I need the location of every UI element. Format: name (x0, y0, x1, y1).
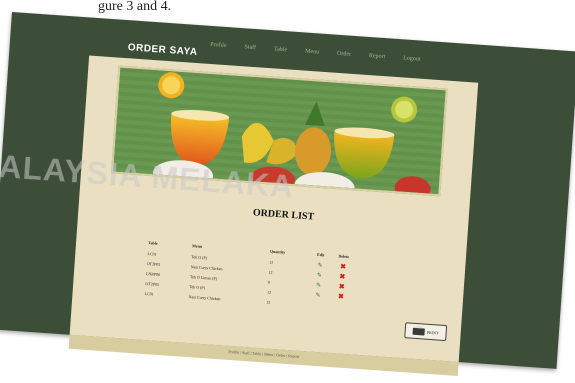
cell-quantity: 12 (266, 288, 272, 295)
printer-icon (412, 327, 426, 336)
edit-pencil-icon[interactable]: ✎ (309, 261, 331, 270)
cell-table: OT2P02 (146, 260, 161, 267)
nav-profile[interactable]: Profile (210, 42, 227, 49)
page-title: ORDER LIST (252, 207, 315, 223)
nav-report[interactable]: Report (369, 53, 386, 60)
header-table: Table (148, 239, 158, 246)
nav-staff[interactable]: Staff (244, 44, 256, 51)
print-button[interactable]: PRINT (404, 322, 448, 342)
app-title: ORDER SAYA (127, 42, 198, 59)
nav-table[interactable]: Table (274, 46, 288, 53)
cell-quantity: 12 (268, 269, 273, 275)
delete-x-icon[interactable]: ✖ (330, 272, 354, 282)
cell-table: LNRP06 (145, 270, 161, 277)
delete-x-icon[interactable]: ✖ (331, 262, 355, 272)
nav-order[interactable]: Order (337, 51, 351, 58)
header-quantity: Quantity (269, 248, 286, 255)
screenshot: gure 3 and 4. ORDER SAYA Profile Staff T… (0, 0, 575, 376)
cell-quantity: 9 (267, 279, 270, 285)
edit-pencil-icon[interactable]: ✎ (308, 271, 330, 280)
cell-table: LC01 (144, 290, 155, 297)
edit-pencil-icon[interactable]: ✎ (307, 291, 329, 300)
header-delete: Delete (338, 252, 350, 259)
order-table: Table Menu Quantity Edit Delete LC01 Teh… (144, 236, 378, 314)
nav-logout[interactable]: Logout (403, 55, 421, 62)
cell-quantity: 12 (269, 259, 274, 265)
print-label: PRINT (426, 329, 439, 336)
cell-table: OT2P03 (145, 280, 160, 287)
nav-menu[interactable]: Menu (305, 49, 319, 56)
main-content: ORDER LIST Table Menu Quantity Edit Dele… (69, 55, 479, 363)
top-nav: Profile Staff Table Menu Order Report Lo… (210, 42, 421, 63)
cell-table: LC01 (147, 250, 157, 257)
delete-x-icon[interactable]: ✖ (329, 292, 353, 302)
cell-menu: Nasi Curry Chicken (188, 293, 221, 301)
edit-pencil-icon[interactable]: ✎ (307, 281, 329, 290)
delete-x-icon[interactable]: ✖ (329, 282, 353, 292)
cell-quantity: 12 (266, 298, 271, 305)
header-edit: Edit (317, 251, 325, 257)
